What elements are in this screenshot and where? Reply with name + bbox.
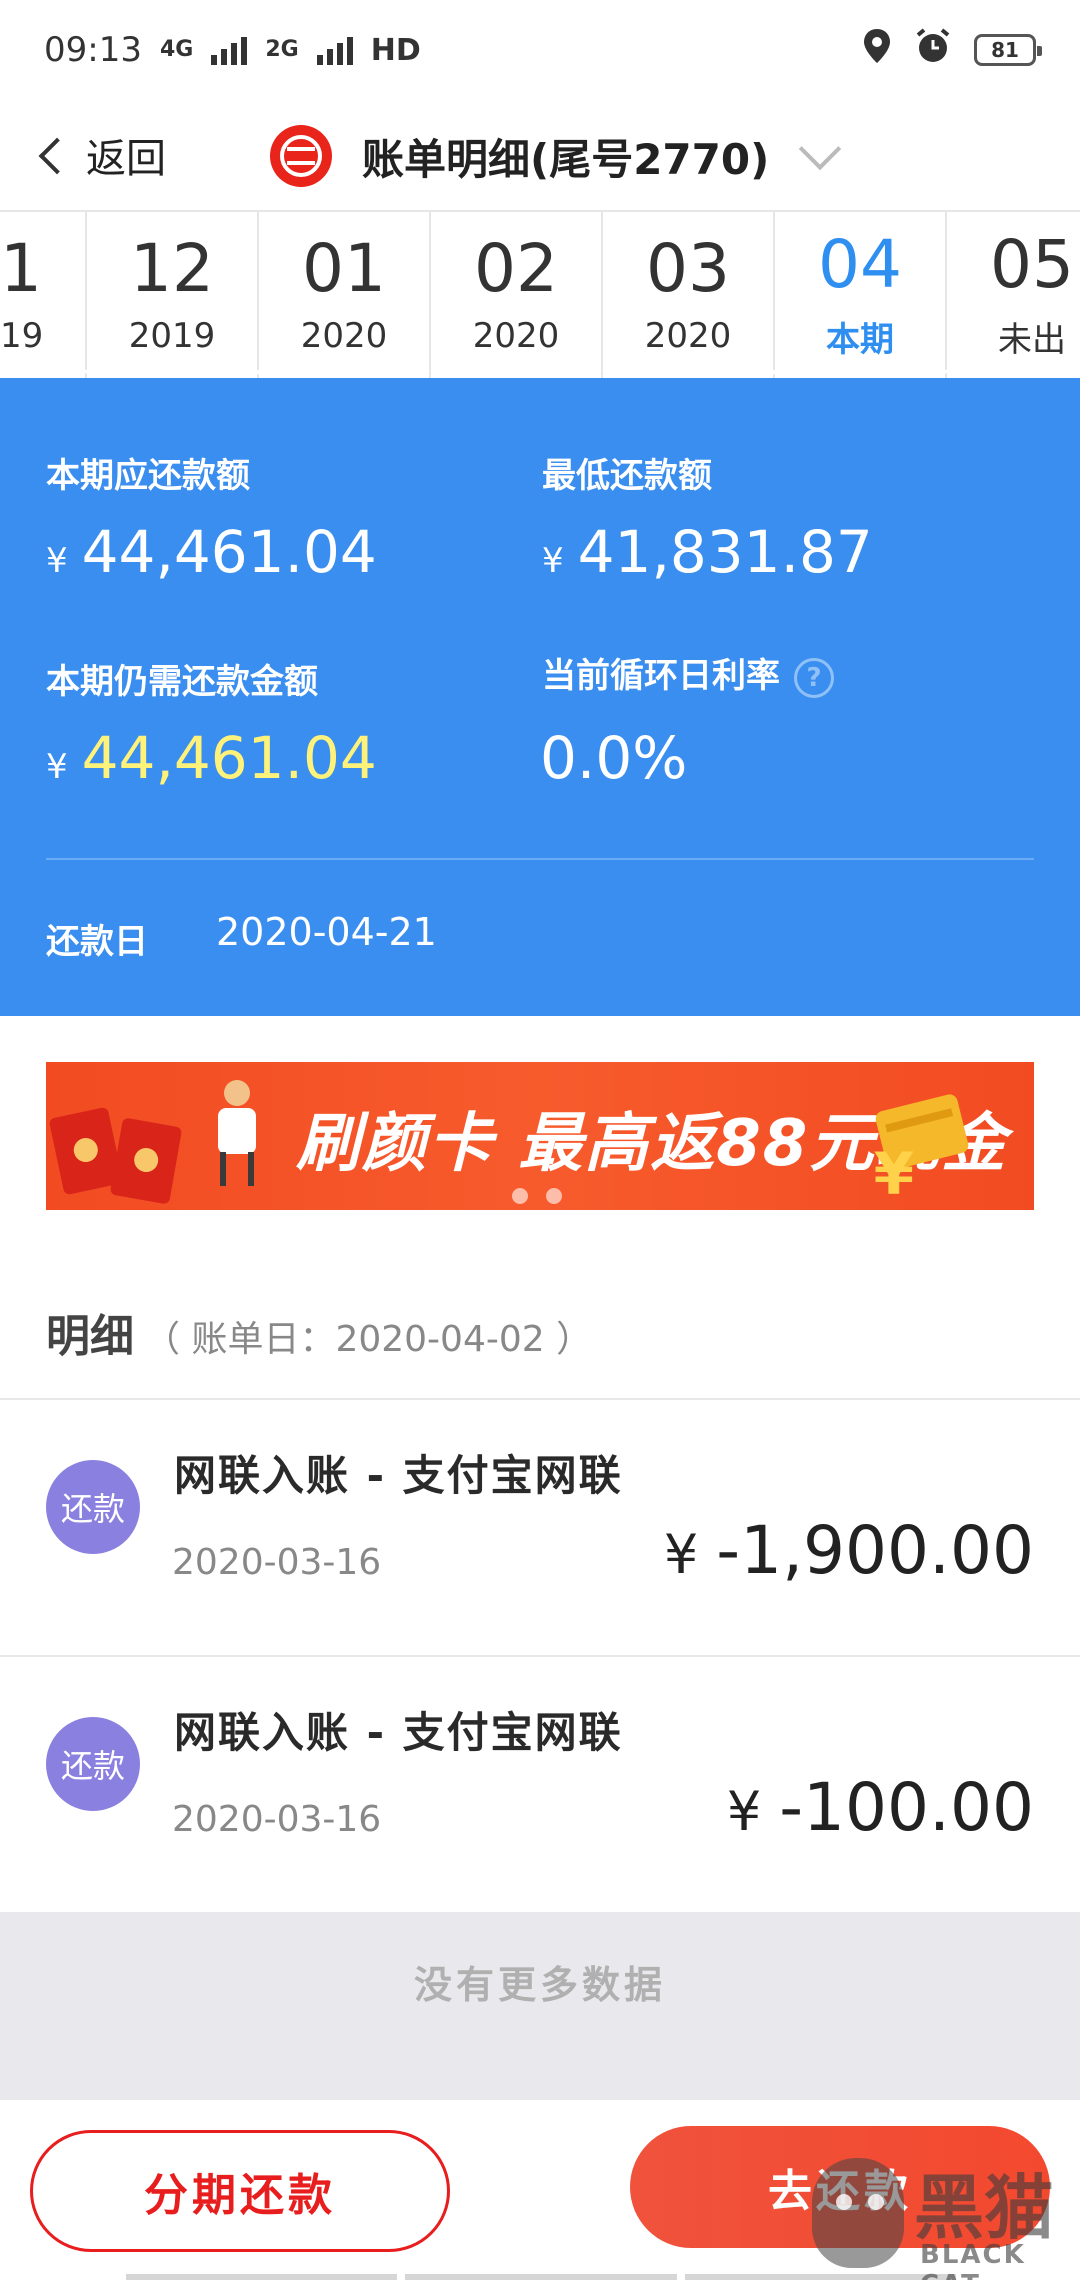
red-envelope-icon xyxy=(109,1117,183,1205)
chevron-left-icon xyxy=(38,137,76,175)
month-tab[interactable]: 12 2019 xyxy=(87,212,259,380)
chevron-down-icon xyxy=(799,127,842,171)
transaction-row[interactable]: 还款 网联入账 - 支付宝网联 2020-03-16 ¥ -100.00 xyxy=(0,1657,1080,1913)
status-bar: 09:13 4G 2G HD 81 xyxy=(0,0,1080,100)
due-date-value: 2020-04-21 xyxy=(216,910,437,954)
month-tab[interactable]: 02 2020 xyxy=(431,212,603,380)
transaction-amount: ¥ -100.00 xyxy=(727,1769,1034,1846)
tab-year: 未出 xyxy=(998,319,1066,360)
month-tab[interactable]: 05 未出 xyxy=(947,212,1080,380)
transaction-date: 2020-03-16 xyxy=(172,1799,382,1840)
bank-logo-icon xyxy=(270,125,332,187)
tab-year: 2020 xyxy=(300,316,388,356)
repayment-badge: 还款 xyxy=(46,1460,140,1554)
tab-month: 01 xyxy=(302,230,386,307)
month-tabs[interactable]: 112019 122019 012020 022020 032020 04本期 … xyxy=(0,210,1080,380)
min-amount-label: 最低还款额 xyxy=(542,456,712,496)
tab-year: 2019 xyxy=(0,316,44,356)
transaction-title: 网联入账 - 支付宝网联 xyxy=(174,1708,623,1757)
location-icon xyxy=(862,27,892,74)
tab-month: 11 xyxy=(0,230,42,307)
header: 返回 账单明细(尾号2770) xyxy=(0,100,1080,210)
daily-rate-label-wrap: 当前循环日利率? xyxy=(542,648,834,698)
tab-month: 02 xyxy=(474,230,558,307)
min-amount-value: 41,831.87 xyxy=(577,518,873,586)
hd-indicator: HD xyxy=(370,32,421,68)
battery-level: 81 xyxy=(991,38,1019,62)
month-tab-current[interactable]: 04 本期 xyxy=(775,212,947,380)
watermark-cn: 黑猫 xyxy=(914,2167,1054,2249)
daily-rate-value: 0.0% xyxy=(540,724,688,792)
network-type-1: 4G xyxy=(159,37,194,62)
back-label: 返回 xyxy=(86,136,166,182)
person-illustration xyxy=(206,1080,266,1190)
due-date-label: 还款日 xyxy=(46,922,148,962)
min-amount: ¥ 41,831.87 xyxy=(542,518,873,586)
month-tab[interactable]: 03 2020 xyxy=(603,212,775,380)
tab-year: 本期 xyxy=(826,319,894,360)
watermark-en: BLACK CAT xyxy=(920,2240,1026,2280)
due-amount-value: 44,461.04 xyxy=(81,518,377,586)
currency-symbol: ¥ xyxy=(726,1780,762,1843)
transaction-amount-value: -1,900.00 xyxy=(716,1512,1034,1589)
transaction-date: 2020-03-16 xyxy=(172,1542,382,1583)
month-tab[interactable]: 01 2020 xyxy=(259,212,431,380)
tab-month: 04 xyxy=(818,225,902,303)
transaction-amount-value: -100.00 xyxy=(779,1769,1034,1846)
summary-divider xyxy=(46,858,1034,860)
status-time: 09:13 xyxy=(44,30,142,70)
tab-month: 05 xyxy=(990,225,1074,303)
daily-rate-label: 当前循环日利率 xyxy=(542,656,780,696)
help-icon[interactable]: ? xyxy=(794,657,834,698)
remaining-amount: ¥ 44,461.04 xyxy=(46,724,377,792)
promo-banner[interactable]: 刷颜卡 最高返88元现金 ¥ xyxy=(46,1062,1034,1210)
yen-icon: ¥ xyxy=(873,1140,914,1208)
remaining-amount-value: 44,461.04 xyxy=(81,724,377,792)
transaction-title: 网联入账 - 支付宝网联 xyxy=(174,1451,623,1500)
signal-icon xyxy=(211,35,248,65)
currency-symbol: ¥ xyxy=(542,541,564,581)
due-amount-label: 本期应还款额 xyxy=(46,456,250,496)
repayment-badge: 还款 xyxy=(46,1717,140,1811)
tab-year: 2019 xyxy=(128,316,216,356)
transaction-row[interactable]: 还款 网联入账 - 支付宝网联 2020-03-16 ¥ -1,900.00 xyxy=(0,1400,1080,1656)
tab-month: 12 xyxy=(130,230,214,307)
bill-summary: 本期应还款额 ¥ 44,461.04 最低还款额 ¥ 41,831.87 本期仍… xyxy=(0,370,1080,1016)
details-title: 明细 xyxy=(46,1311,134,1362)
cat-logo-icon xyxy=(812,2158,904,2268)
alarm-icon xyxy=(914,27,952,74)
account-selector[interactable]: 账单明细(尾号2770) xyxy=(270,116,842,196)
no-more-data: 没有更多数据 xyxy=(0,1912,1080,2100)
installment-repay-button[interactable]: 分期还款 xyxy=(30,2130,450,2252)
month-tab[interactable]: 11 2019 xyxy=(0,212,87,380)
remaining-amount-label: 本期仍需还款金额 xyxy=(46,662,318,702)
back-button[interactable]: 返回 xyxy=(38,120,166,190)
watermark: 黑猫 BLACK CAT xyxy=(800,2150,1080,2280)
battery-icon: 81 xyxy=(974,34,1042,66)
currency-symbol: ¥ xyxy=(46,747,68,787)
currency-symbol: ¥ xyxy=(46,541,68,581)
currency-symbol: ¥ xyxy=(663,1523,699,1586)
transaction-amount: ¥ -1,900.00 xyxy=(664,1512,1034,1589)
tab-year: 2020 xyxy=(644,316,732,356)
month-tabs-row: 112019 122019 012020 022020 032020 04本期 … xyxy=(0,212,1080,380)
daily-rate: 0.0% xyxy=(540,724,687,792)
bill-date: （ 账单日：2020-04-02 ） xyxy=(144,1319,593,1360)
page-title: 账单明细(尾号2770) xyxy=(362,134,770,184)
status-right: 81 xyxy=(862,27,1042,74)
due-amount: ¥ 44,461.04 xyxy=(46,518,377,586)
tab-year: 2020 xyxy=(472,316,560,356)
signal-icon xyxy=(316,35,353,65)
tab-month: 03 xyxy=(646,230,730,307)
banner-pagination xyxy=(512,1188,562,1204)
details-header: 明细 （ 账单日：2020-04-02 ） xyxy=(46,1300,592,1364)
network-type-2: 2G xyxy=(265,37,299,62)
status-left: 09:13 4G 2G HD xyxy=(44,30,421,70)
